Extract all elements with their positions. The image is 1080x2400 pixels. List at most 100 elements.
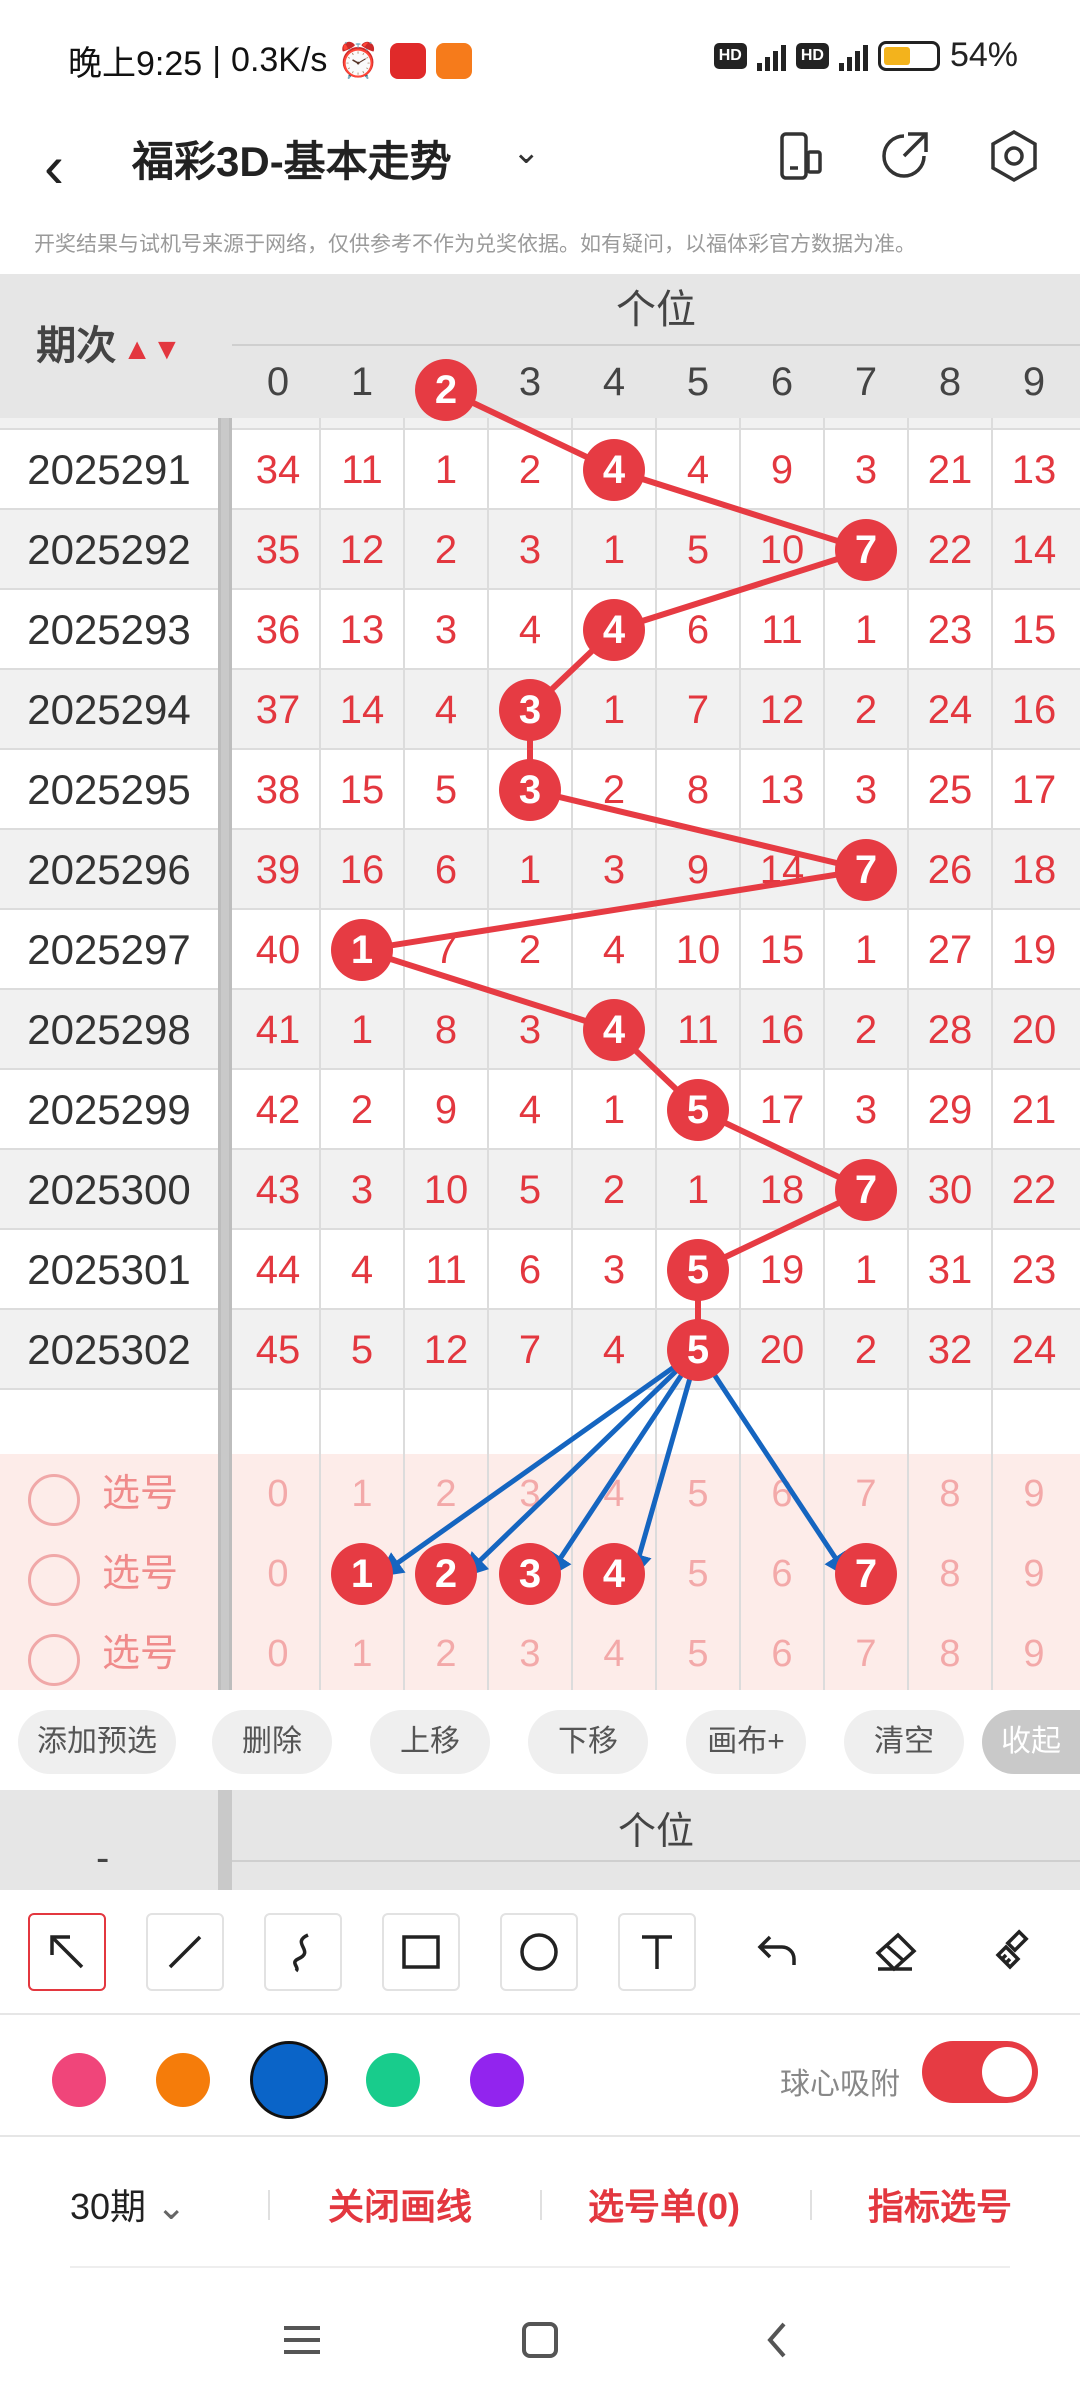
table-row[interactable]: 2025293361334461112315 <box>0 590 1080 670</box>
select-number[interactable]: 0 <box>236 1454 320 1534</box>
omission-cell[interactable]: 19 <box>992 910 1076 990</box>
omission-cell[interactable]: 6 <box>488 1230 572 1310</box>
omission-cell[interactable]: 4 <box>656 430 740 510</box>
color-swatch-pink[interactable] <box>52 2053 106 2107</box>
period-column-header[interactable]: 期次 ▲▼ <box>0 274 218 418</box>
select-number[interactable]: 2 <box>404 1454 488 1534</box>
omission-cell[interactable]: 20 <box>908 418 992 430</box>
select-number[interactable]: 9 <box>992 1614 1076 1690</box>
table-row[interactable]: 202529942294151732921 <box>0 1070 1080 1150</box>
table-row[interactable]: 2025292 351223151072214 <box>0 510 1080 590</box>
omission-cell[interactable]: 4 <box>572 910 656 990</box>
omission-cell[interactable]: 2 <box>488 910 572 990</box>
select-number[interactable]: 0 <box>236 1614 320 1690</box>
omission-cell[interactable]: 6 <box>404 830 488 910</box>
omission-cell[interactable]: 4 <box>488 1070 572 1150</box>
omission-cell[interactable]: 2 <box>320 1070 404 1150</box>
omission-cell[interactable]: 14 <box>992 510 1076 590</box>
color-swatch-green[interactable] <box>366 2053 420 2107</box>
share-icon[interactable] <box>874 126 934 186</box>
select-number[interactable]: 6 <box>740 1454 824 1534</box>
select-number[interactable]: 1 <box>320 1454 404 1534</box>
line-tool-icon[interactable] <box>146 1913 224 1991</box>
omission-cell[interactable]: 9 <box>656 830 740 910</box>
omission-cell[interactable]: 42 <box>236 1070 320 1150</box>
winning-number-ball[interactable]: 1 <box>331 919 393 981</box>
select-number[interactable]: 0 <box>236 1534 320 1614</box>
omission-cell[interactable]: 1 <box>656 1150 740 1230</box>
omission-cell[interactable]: 17 <box>992 750 1076 830</box>
omission-cell[interactable]: 26 <box>908 830 992 910</box>
select-number[interactable]: 7 <box>824 1454 908 1534</box>
omission-cell[interactable]: 39 <box>236 830 320 910</box>
circle-tool-icon[interactable] <box>500 1913 578 1991</box>
select-number[interactable]: 7 <box>824 1614 908 1690</box>
omission-cell[interactable]: 23 <box>908 590 992 670</box>
omission-cell[interactable]: 15 <box>320 750 404 830</box>
omission-cell[interactable]: 1 <box>824 590 908 670</box>
omission-cell[interactable]: 18 <box>992 830 1076 910</box>
omission-cell[interactable]: 3 <box>824 750 908 830</box>
table-row[interactable]: 202529033102163822012 <box>0 418 1080 430</box>
omission-cell[interactable]: 20 <box>740 1310 824 1390</box>
omission-cell[interactable]: 24 <box>908 670 992 750</box>
omission-cell[interactable]: 13 <box>740 750 824 830</box>
select-number[interactable]: 8 <box>908 1454 992 1534</box>
omission-cell[interactable]: 21 <box>992 1070 1076 1150</box>
table-row[interactable]: 2025300 433105211873022 <box>0 1150 1080 1230</box>
omission-cell[interactable]: 28 <box>908 990 992 1070</box>
menu-icon[interactable] <box>272 2310 332 2370</box>
page-title[interactable]: 福彩3D-基本走势 <box>132 128 452 189</box>
select-number[interactable]: 5 <box>656 1614 740 1690</box>
select-number[interactable]: 8 <box>908 1534 992 1614</box>
omission-cell[interactable]: 2 <box>824 990 908 1070</box>
select-number[interactable]: 4 <box>572 1454 656 1534</box>
omission-cell[interactable]: 11 <box>320 430 404 510</box>
omission-cell[interactable]: 38 <box>236 750 320 830</box>
omission-cell[interactable]: 12 <box>404 1310 488 1390</box>
omission-cell[interactable]: 11 <box>404 1230 488 1310</box>
pick-list-button[interactable]: 选号单(0) <box>588 2178 740 2230</box>
omission-cell[interactable]: 1 <box>320 990 404 1070</box>
omission-cell[interactable]: 25 <box>908 750 992 830</box>
omission-cell[interactable]: 2 <box>488 430 572 510</box>
omission-cell[interactable]: 15 <box>992 590 1076 670</box>
omission-cell[interactable]: 2 <box>824 1310 908 1390</box>
omission-cell[interactable]: 3 <box>320 1150 404 1230</box>
omission-cell[interactable]: 24 <box>992 1310 1076 1390</box>
omission-cell[interactable]: 11 <box>656 990 740 1070</box>
omission-cell[interactable]: 6 <box>572 418 656 430</box>
omission-cell[interactable]: 2 <box>572 750 656 830</box>
omission-cell[interactable]: 1 <box>404 430 488 510</box>
omission-cell[interactable]: 29 <box>908 1070 992 1150</box>
table-row[interactable]: 2025296391661391472618 <box>0 830 1080 910</box>
omission-cell[interactable]: 19 <box>740 1230 824 1310</box>
color-swatch-blue[interactable] <box>250 2041 328 2119</box>
move-up-button[interactable]: 上移 <box>370 1710 490 1774</box>
omission-cell[interactable]: 22 <box>992 1150 1076 1230</box>
winning-number-ball[interactable]: 3 <box>499 679 561 741</box>
omission-cell[interactable]: 8 <box>656 750 740 830</box>
select-number[interactable]: 6 <box>740 1534 824 1614</box>
omission-cell[interactable]: 45 <box>236 1310 320 1390</box>
omission-cell[interactable]: 17 <box>740 1070 824 1150</box>
eraser-icon[interactable] <box>856 1913 934 1991</box>
omission-cell[interactable]: 32 <box>908 1310 992 1390</box>
picked-number-ball[interactable]: 3 <box>499 1543 561 1605</box>
winning-number-ball[interactable]: 5 <box>667 1319 729 1381</box>
omission-cell[interactable]: 35 <box>236 510 320 590</box>
omission-cell[interactable]: 6 <box>656 590 740 670</box>
omission-cell[interactable]: 23 <box>992 1230 1076 1310</box>
select-number[interactable]: 6 <box>740 1614 824 1690</box>
table-row[interactable]: 2025298411834111622820 <box>0 990 1080 1070</box>
picked-number-ball[interactable]: 2 <box>415 1543 477 1605</box>
omission-cell[interactable]: 12 <box>992 418 1076 430</box>
omission-cell[interactable]: 12 <box>320 510 404 590</box>
omission-cell[interactable]: 30 <box>908 1150 992 1230</box>
omission-cell[interactable]: 43 <box>236 1150 320 1230</box>
omission-cell[interactable]: 1 <box>572 510 656 590</box>
select-number[interactable]: 8 <box>908 1614 992 1690</box>
omission-cell[interactable]: 2 <box>824 418 908 430</box>
omission-cell[interactable]: 3 <box>656 418 740 430</box>
chevron-down-icon[interactable]: ⌄ <box>512 132 541 172</box>
